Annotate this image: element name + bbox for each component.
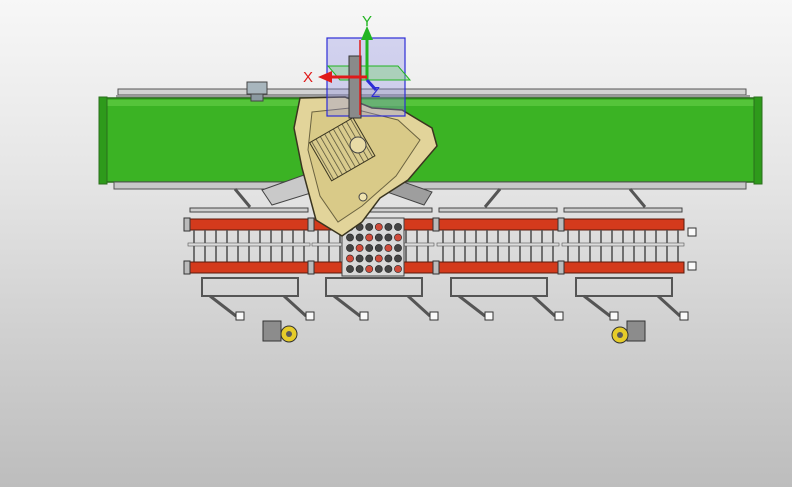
- section-mid-rail: [187, 242, 311, 247]
- section-mid-rail: [436, 242, 560, 247]
- section-mid-rail: [561, 242, 685, 247]
- section-lower-roller: [187, 261, 311, 274]
- section-leg: [458, 294, 486, 318]
- section-foot: [359, 311, 369, 321]
- roller-end-cap: [183, 217, 191, 232]
- section-leg: [406, 294, 432, 318]
- section-foot: [554, 311, 564, 321]
- roller-end-cap: [432, 217, 440, 232]
- frame-bottom-rail: [113, 181, 747, 190]
- grid-plate-hole: [374, 223, 383, 231]
- section-base-frame: [575, 277, 673, 297]
- section-base-frame: [325, 277, 423, 297]
- x-axis-label: X: [303, 69, 313, 86]
- section-lower-roller: [561, 261, 685, 274]
- section-foot: [429, 311, 439, 321]
- grid-plate-hole: [365, 223, 374, 231]
- triad-post: [348, 55, 362, 119]
- grid-plate-hole: [384, 233, 393, 242]
- cad-3d-viewport[interactable]: X Y Z: [0, 0, 792, 487]
- section-top-bar: [563, 207, 683, 213]
- section-foot: [484, 311, 494, 321]
- grid-plate-hole: [365, 254, 374, 263]
- grid-plate-hole: [394, 254, 402, 263]
- grid-plate-hole: [384, 265, 393, 273]
- section-top-bar: [189, 207, 309, 213]
- roller-end-cap: [557, 217, 565, 232]
- section-leg: [531, 294, 557, 318]
- section-upper-roller: [187, 218, 311, 231]
- grid-plate-hole: [394, 233, 402, 242]
- section-foot: [305, 311, 315, 321]
- roller-end-cap: [183, 260, 191, 275]
- roller-end-cap: [307, 217, 315, 232]
- grid-plate-hole: [365, 265, 374, 273]
- grid-plate-hole: [394, 265, 402, 273]
- x-axis-arrow[interactable]: [318, 71, 332, 83]
- caster-left[interactable]: [262, 320, 298, 343]
- section-lower-roller: [436, 261, 560, 274]
- roller-conveyor-sections[interactable]: [183, 207, 697, 321]
- grid-plate-hole: [374, 254, 383, 263]
- roller-section[interactable]: [557, 207, 689, 321]
- section-foot: [235, 311, 245, 321]
- frame-top-rail: [117, 88, 747, 96]
- grid-plate-hole: [384, 254, 393, 263]
- roller-section[interactable]: [432, 207, 564, 321]
- section-leg: [209, 294, 237, 318]
- section-upper-roller: [561, 218, 685, 231]
- frame-green-right-cap: [753, 96, 763, 185]
- grid-plate-hole: [374, 244, 383, 252]
- section-upper-roller: [436, 218, 560, 231]
- head-hub: [349, 136, 367, 154]
- grid-plate-hole: [346, 233, 354, 242]
- grid-plate-hole: [355, 244, 364, 252]
- grid-plate-hole: [346, 265, 354, 273]
- section-top-bar: [438, 207, 558, 213]
- grid-plate-hole: [355, 265, 364, 273]
- y-axis-label: Y: [362, 13, 372, 30]
- roller-section[interactable]: [183, 207, 315, 321]
- end-bolt: [687, 261, 697, 271]
- grid-plate-hole: [346, 254, 354, 263]
- roller-end-cap: [557, 260, 565, 275]
- grid-plate-hole: [394, 244, 402, 252]
- grid-plate-hole: [394, 223, 402, 231]
- grid-plate-hole: [365, 244, 374, 252]
- section-leg: [282, 294, 308, 318]
- grid-plate-hole: [355, 254, 364, 263]
- grid-plate-hole: [384, 223, 393, 231]
- section-base-frame: [450, 277, 548, 297]
- cad-scene[interactable]: X Y Z: [0, 0, 792, 487]
- roller-end-cap: [307, 260, 315, 275]
- section-foot: [679, 311, 689, 321]
- section-leg: [656, 294, 682, 318]
- z-axis-label: Z: [371, 84, 380, 101]
- frame-green-left-cap: [98, 96, 108, 185]
- grid-plate-hole: [355, 233, 364, 242]
- grid-plate-hole: [384, 244, 393, 252]
- grid-plate-hole: [374, 265, 383, 273]
- end-bolt: [687, 227, 697, 237]
- section-leg: [333, 294, 361, 318]
- section-leg: [583, 294, 611, 318]
- frame-green-highlight: [106, 100, 756, 106]
- grid-plate-hole: [346, 244, 354, 252]
- section-base-frame: [201, 277, 299, 297]
- grid-plate-hole: [365, 233, 374, 242]
- section-foot: [609, 311, 619, 321]
- caster-right[interactable]: [611, 320, 646, 344]
- roller-end-cap: [432, 260, 440, 275]
- grid-plate-hole: [374, 233, 383, 242]
- head-bolt: [358, 192, 368, 202]
